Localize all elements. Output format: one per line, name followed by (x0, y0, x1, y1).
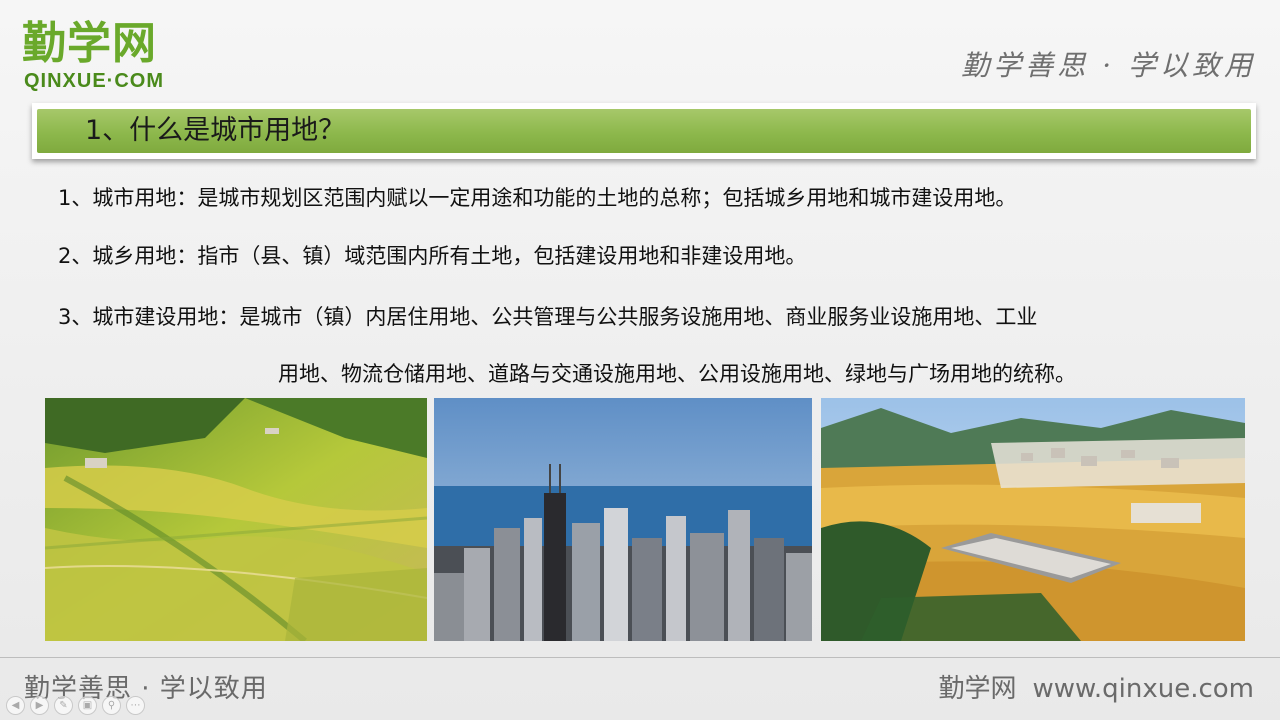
menu-icon[interactable]: ⋯ (126, 696, 145, 715)
definition-3: 3、城市建设用地：是城市（镇）内居住用地、公共管理与公共服务设施用地、商业服务业… (58, 301, 1037, 331)
definition-term: 城市用地： (92, 186, 198, 210)
pen-icon[interactable]: ✎ (54, 696, 73, 715)
definition-body: 指市（县、镇）域范围内所有土地，包括建设用地和非建设用地。 (197, 244, 807, 268)
footer-divider (0, 657, 1280, 658)
definition-1: 1、城市用地：是城市规划区范围内赋以一定用途和功能的土地的总称；包括城乡用地和城… (58, 182, 1016, 212)
definition-3-continuation: 用地、物流仓储用地、道路与交通设施用地、公用设施用地、绿地与广场用地的统称。 (278, 362, 1076, 386)
logo-english: QINXUE·COM (24, 70, 164, 92)
title-bar: 1、什么是城市用地？ (37, 109, 1251, 153)
city-skyline-photo (434, 398, 812, 641)
definition-body: 是城市（镇）内居住用地、公共管理与公共服务设施用地、商业服务业设施用地、工业 (239, 305, 1038, 329)
slide-title: 1、什么是城市用地？ (85, 115, 346, 146)
definition-term: 城乡用地： (92, 244, 198, 268)
definition-number: 3、 (58, 305, 93, 329)
definition-number: 1、 (58, 186, 93, 210)
slide: 勤学网 QINXUE·COM 勤学善思 · 学以致用 1、什么是城市用地？ 1、… (0, 0, 1280, 720)
definition-body: 是城市规划区范围内赋以一定用途和功能的土地的总称；包括城乡用地和城市建设用地。 (197, 186, 1017, 210)
definition-2: 2、城乡用地：指市（县、镇）域范围内所有土地，包括建设用地和非建设用地。 (58, 240, 806, 270)
footer-site-name: 勤学网 (938, 674, 1017, 704)
rural-fields-photo (45, 398, 427, 641)
qinxue-logo[interactable]: 勤学网 QINXUE·COM (22, 18, 202, 94)
title-banner: 1、什么是城市用地？ (32, 103, 1256, 159)
prev-icon[interactable]: ◀ (6, 696, 25, 715)
footer-site-url[interactable]: www.qinxue.com (1032, 674, 1254, 704)
header-motto: 勤学善思 · 学以致用 (961, 49, 1256, 82)
definition-term: 城市建设用地： (92, 305, 240, 329)
town-fields-photo (821, 398, 1245, 641)
logo-chinese: 勤学网 (22, 18, 157, 69)
definition-number: 2、 (58, 244, 93, 268)
zoom-icon[interactable]: ⚲ (102, 696, 121, 715)
next-icon[interactable]: ▶ (30, 696, 49, 715)
footer-site: 勤学网 www.qinxue.com (922, 668, 1254, 705)
slides-icon[interactable]: ▣ (78, 696, 97, 715)
